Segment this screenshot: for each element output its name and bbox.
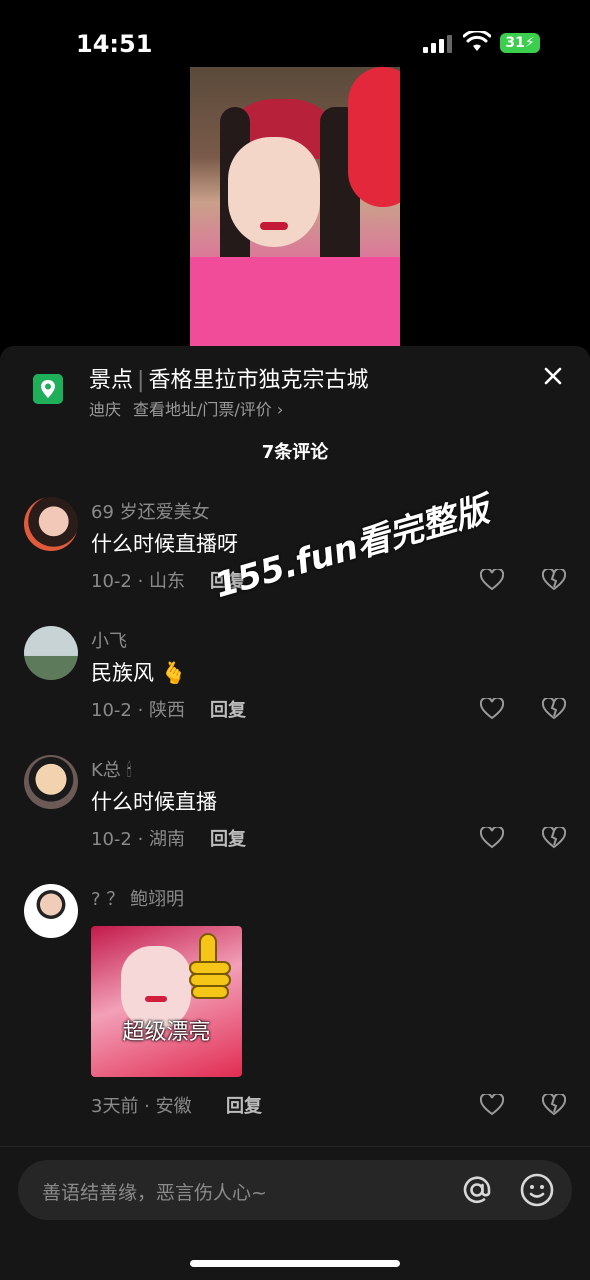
sticker-lips (145, 996, 167, 1002)
comment-sticker-image[interactable]: 超级漂亮 (91, 926, 242, 1077)
comment-input-placeholder[interactable]: 善语结善缘，恶言伤人心~ (42, 1178, 267, 1205)
lantern (348, 67, 400, 207)
comment-text: 什么时候直播 (91, 790, 217, 814)
emoji-icon[interactable] (519, 1172, 555, 1208)
heart-icon[interactable] (480, 1094, 504, 1116)
poi-name: 香格里拉市独克宗古城 (148, 368, 369, 393)
avatar[interactable] (24, 755, 78, 809)
poi-separator: | (137, 368, 145, 393)
video-preview[interactable] (190, 67, 400, 367)
at-mention-icon[interactable] (459, 1172, 495, 1208)
cellular-signal-icon (423, 35, 452, 53)
comment-meta: 3天前 · 安徽 (91, 1096, 192, 1117)
dislike-icon[interactable] (542, 827, 566, 849)
dislike-icon[interactable] (542, 698, 566, 720)
comment-text: 什么时候直播呀 (91, 532, 238, 556)
heart-icon[interactable] (480, 827, 504, 849)
heart-icon[interactable] (480, 698, 504, 720)
heart-icon[interactable] (480, 569, 504, 591)
lips (260, 222, 288, 230)
avatar[interactable] (24, 884, 78, 938)
battery-indicator: 31⚡ (500, 33, 540, 53)
comments-count: 7条评论 (261, 442, 329, 463)
comment-meta: 10-2 · 陕西 (91, 700, 186, 721)
comment-username[interactable]: 小飞 (91, 627, 127, 653)
comment-meta: 10-2 · 山东 (91, 571, 186, 592)
comments-sheet (0, 346, 590, 1280)
dislike-icon[interactable] (542, 1094, 566, 1116)
battery-level: 31 (505, 35, 525, 51)
avatar[interactable] (24, 626, 78, 680)
chevron-right-icon: › (276, 400, 284, 419)
dislike-icon[interactable] (542, 569, 566, 591)
comment-text: 民族风 🫰 (91, 661, 187, 685)
reply-button[interactable]: 回复 (210, 825, 246, 851)
poi-link[interactable]: 查看地址/门票/评价 (133, 400, 272, 419)
avatar[interactable] (24, 497, 78, 551)
reply-button[interactable]: 回复 (226, 1092, 262, 1118)
comment-username[interactable]: 69 岁还爱美女 (91, 498, 210, 524)
status-time: 14:51 (76, 30, 153, 58)
comment-meta: 10-2 · 湖南 (91, 829, 186, 850)
home-indicator[interactable] (190, 1260, 400, 1267)
close-icon[interactable] (543, 366, 563, 386)
divider (0, 1146, 590, 1147)
sticker-caption: 超级漂亮 (122, 1020, 211, 1045)
wifi-icon (463, 31, 491, 51)
poi-subtitle[interactable]: 迪庆 查看地址/门票/评价 › (89, 396, 283, 420)
thumbs-up-icon (189, 933, 231, 999)
face (228, 137, 320, 247)
comment-username[interactable]: K总 🕯 (91, 756, 132, 782)
poi-title[interactable]: 景点 | 香格里拉市独克宗古城 (89, 362, 368, 394)
map-pin-icon (33, 374, 63, 404)
reply-button[interactable]: 回复 (210, 696, 246, 722)
comment-username[interactable]: ? ？ 鲍翊明 (91, 885, 184, 911)
poi-city: 迪庆 (89, 400, 122, 419)
poi-category: 景点 (89, 368, 134, 393)
